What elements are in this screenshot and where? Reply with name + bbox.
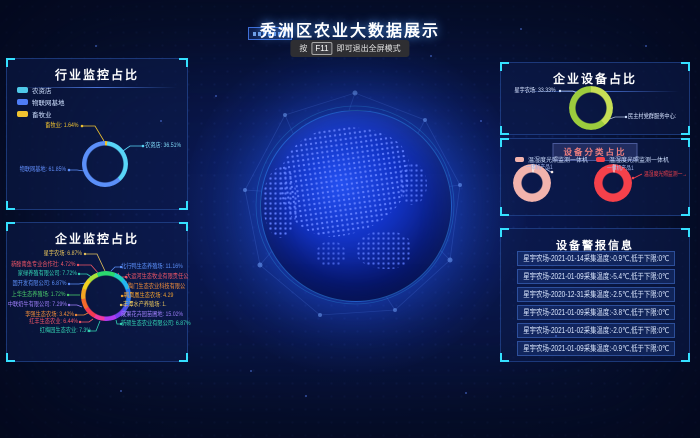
- continent-dots: [356, 231, 411, 269]
- chart-label: 红梅园生态农业: 7.3%: [27, 328, 91, 335]
- spark-dot: [430, 55, 432, 57]
- spark-dot: [250, 370, 252, 372]
- chart-label: 畜牧业: 1.64%: [37, 123, 79, 130]
- chart-label: 陶门生态农业科技有限公: [128, 284, 200, 291]
- chart-label: 一体机产品1: [526, 165, 559, 171]
- chart-label: 星宇农场: 33.33%: [504, 88, 556, 95]
- chart-label: 民主村党群服务中心:: [628, 114, 688, 121]
- continent-dots: [399, 163, 427, 205]
- tooltip-prefix: 按: [299, 43, 307, 54]
- alarm-row[interactable]: 星宇农场-2021-01-02采集温度:-2.0℃,低于下限:0℃: [517, 323, 675, 338]
- spark-dot: [95, 45, 97, 47]
- chart-label: 红丰生态农业: 6.44%: [17, 319, 78, 326]
- panel-equipment-ratio: 企业设备占比 星宇农场: 33.33% 民主村党群服务中心:: [500, 62, 690, 135]
- tooltip-suffix: 即可退出全屏模式: [337, 43, 401, 54]
- globe: [260, 110, 452, 302]
- chart-label: 物联网基地: 61.85%: [8, 167, 66, 174]
- alarm-row[interactable]: 星宇农场-2021-01-14采集温度:-0.9℃,低于下限:0℃: [517, 251, 675, 266]
- industry-donut-chart[interactable]: [82, 141, 128, 187]
- spark-dot: [305, 395, 307, 397]
- chart-label: 鸭凤凰生态农场: 4.29: [124, 293, 186, 300]
- continent-dots: [263, 166, 297, 238]
- corner-accent-icon: [681, 353, 690, 362]
- panel-enterprise-ratio: 企业监控占比: [6, 222, 188, 362]
- spark-dot: [160, 120, 162, 122]
- dashboard-screen: 秀洲区农业大数据展示 按 F11 即可退出全屏模式 行业监控占比 农资店 物联网…: [0, 0, 700, 438]
- chart-label: 新硕生态农业有限公司: 6.87%: [121, 321, 208, 328]
- f11-keycap: F11: [311, 42, 332, 55]
- chart-label: 国开发有限公司: 6.87%: [0, 281, 67, 288]
- page-title: 秀洲区农业大数据展示: [260, 17, 440, 41]
- corner-accent-icon: [500, 353, 509, 362]
- chart-label: 新塍南鱼专业合作社: 4.72%: [0, 262, 76, 269]
- spark-dot: [520, 28, 522, 30]
- chart-label: 丰潭水产养殖场: 1.: [123, 302, 178, 309]
- spark-dot: [465, 392, 467, 394]
- chart-label: 大运河生态牧业有限责任公: [126, 274, 204, 281]
- chart-label: 成果花卉园苗圃地: 15.02%: [121, 312, 199, 319]
- alarm-row[interactable]: 星宇农场-2020-12-31采集温度:-2.5℃,低于下限:0℃: [517, 287, 675, 302]
- spark-dot: [480, 120, 482, 122]
- chart-label: 农资店: 36.51%: [145, 143, 190, 150]
- chart-label: 家绿养殖有限公司: 7.72%: [3, 271, 77, 278]
- panel-title: 设备警报信息: [501, 229, 689, 253]
- alarm-row[interactable]: 星宇农场-2021-01-09采集温度:-0.9℃,低于下限:0℃: [517, 341, 675, 356]
- spark-dot: [215, 95, 217, 97]
- chart-label: 温湿度光照监测一→: [644, 172, 698, 178]
- alarm-row[interactable]: 星宇农场-2021-01-09采集温度:-5.4℃,低于下限:0℃: [517, 269, 675, 284]
- panel-device-category: 设备分类占比 温湿度光照监测一体机 温湿度光照监测一体机 一体机产品1 一体机产…: [500, 138, 690, 216]
- spark-dot: [645, 45, 647, 47]
- leader-lines: [7, 59, 189, 211]
- panel-device-alarms: 设备警报信息 星宇农场-2021-01-14采集温度:-0.9℃,低于下限:0℃…: [500, 228, 690, 362]
- spark-dot: [120, 390, 122, 392]
- spark-dot: [555, 335, 557, 337]
- fullscreen-tooltip: 按 F11 即可退出全屏模式: [290, 40, 409, 57]
- continent-dots: [316, 241, 346, 267]
- chart-label: 中联奶牛有限公司: 7.29%: [0, 302, 67, 309]
- panel-industry-ratio: 行业监控占比 农资店 物联网基地 畜牧业 畜牧业: 1.64% 农资店: 36.…: [6, 58, 188, 210]
- equipment-donut-chart[interactable]: [569, 86, 613, 130]
- chart-label: 北行鸭生态养殖场: 11.16%: [121, 264, 198, 271]
- chart-label: 上华生态养殖场: 1.72%: [0, 292, 66, 299]
- chart-label: 星宇农场: 6.87%: [34, 251, 82, 258]
- alarm-row[interactable]: 星宇农场-2021-01-09采集温度:-3.8℃,低于下限:0℃: [517, 305, 675, 320]
- chart-label: 一体机产品1: [607, 166, 640, 172]
